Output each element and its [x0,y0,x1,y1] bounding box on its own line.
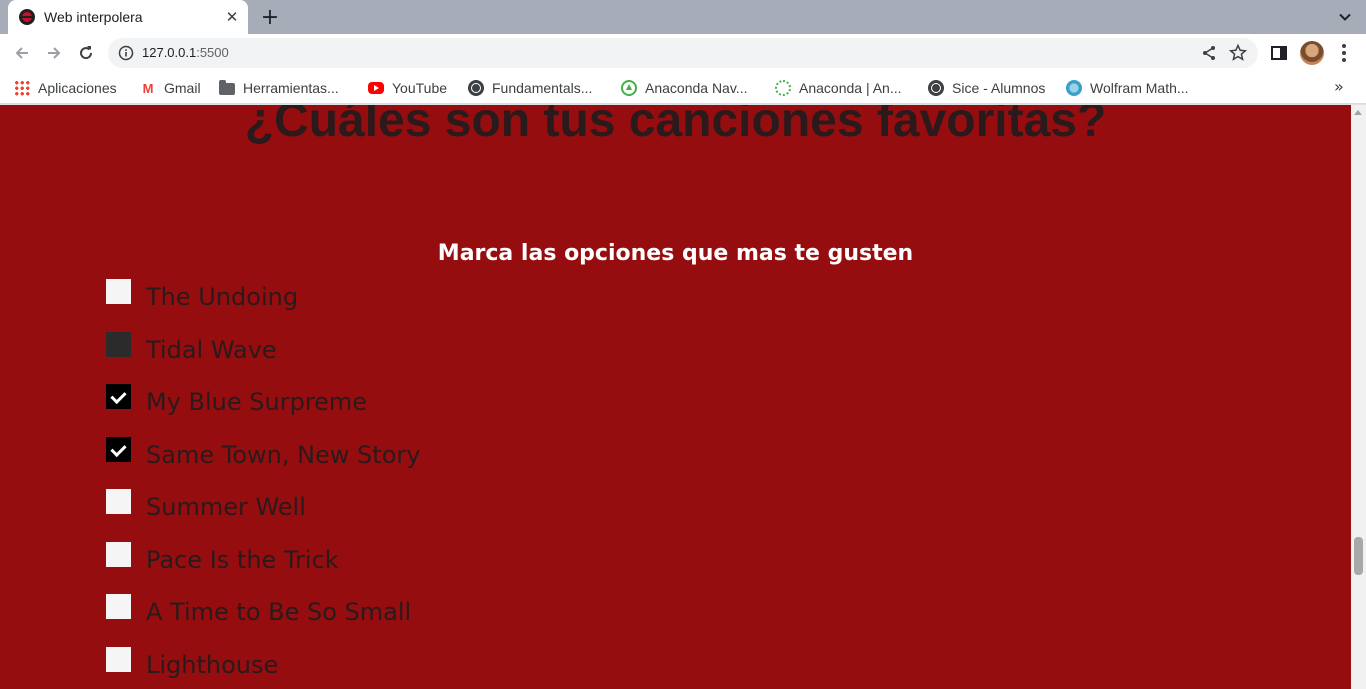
side-panel-icon[interactable] [1270,44,1288,62]
bookmark-anaconda[interactable]: Anaconda | An... [775,77,902,99]
song-checkbox[interactable] [106,489,131,514]
song-option[interactable]: Tidal Wave [106,332,277,372]
song-checkbox[interactable] [106,647,131,672]
bookmark-label: Gmail [164,80,201,96]
scroll-up-arrow-icon[interactable] [1354,110,1362,115]
address-bar[interactable]: 127.0.0.1:5500 [108,38,1258,68]
share-icon[interactable] [1200,44,1218,62]
song-label: Same Town, New Story [146,441,421,469]
new-tab-button[interactable]: + [257,4,283,30]
song-checkbox[interactable] [106,332,131,357]
folder-icon [219,80,235,95]
tab-strip: Web interpolera ✕ + [0,0,1366,34]
profile-avatar[interactable] [1300,41,1324,65]
song-label: The Undoing [146,283,299,311]
tab-title: Web interpolera [44,9,143,25]
globe-icon [928,80,944,96]
back-arrow-icon[interactable] [9,40,35,66]
song-option[interactable]: Lighthouse [106,647,278,687]
youtube-icon [368,82,384,94]
bookmark-label: Sice - Alumnos [952,80,1046,96]
address-url: 127.0.0.1:5500 [142,45,229,60]
bookmarks-overflow-icon[interactable]: » [1334,77,1344,96]
bookmark-label: Anaconda | An... [799,80,902,96]
site-favicon-icon [19,9,35,25]
bookmark-anaconda-navigator[interactable]: Anaconda Nav... [621,77,747,99]
bookmark-aplicaciones[interactable]: Aplicaciones [14,77,117,99]
wolfram-icon [1066,80,1082,96]
song-label: Lighthouse [146,651,279,679]
song-checkbox[interactable] [106,384,131,409]
song-checkbox[interactable] [106,437,131,462]
song-label: Summer Well [146,493,306,521]
song-label: Pace Is the Trick [146,546,339,574]
browser-menu-icon[interactable] [1336,42,1352,64]
song-checkbox[interactable] [106,542,131,567]
song-label: My Blue Surpreme [146,388,368,416]
apps-grid-icon [14,80,30,96]
song-option[interactable]: The Undoing [106,279,298,319]
bookmark-sice-alumnos[interactable]: Sice - Alumnos [928,77,1045,99]
bookmark-label: Aplicaciones [38,80,117,96]
page-title: ¿Cuáles son tus canciones favoritas? [244,105,1107,147]
song-checkbox[interactable] [106,594,131,619]
bookmark-label: Anaconda Nav... [645,80,748,96]
bookmark-gmail[interactable]: M Gmail [140,77,201,99]
song-checkbox[interactable] [106,279,131,304]
page-scrollbar[interactable] [1351,105,1366,689]
anaconda-icon [621,80,637,96]
bookmark-label: Fundamentals... [492,80,593,96]
song-option[interactable]: A Time to Be So Small [106,594,411,634]
song-option[interactable]: Pace Is the Trick [106,542,339,582]
url-host: 127.0.0.1 [142,45,197,60]
song-option[interactable]: My Blue Surpreme [106,384,367,424]
bookmark-fundamentals[interactable]: Fundamentals... [468,77,592,99]
bookmark-star-icon[interactable] [1228,43,1248,63]
song-label: A Time to Be So Small [146,598,412,626]
bookmark-label: YouTube [392,80,448,96]
page-viewport: ¿Cuáles son tus canciones favoritas? Mar… [0,105,1351,689]
tab-close-icon[interactable]: ✕ [222,7,242,27]
bookmarks-bar: Aplicaciones M Gmail Herramientas... You… [0,72,1366,104]
bookmark-label: Wolfram Math... [1090,80,1189,96]
site-info-icon[interactable] [118,45,134,61]
forward-arrow-icon[interactable] [41,40,67,66]
browser-tab[interactable]: Web interpolera ✕ [8,0,248,34]
bookmark-label: Herramientas... [243,80,339,96]
tab-search-chevron-icon[interactable] [1334,6,1356,28]
browser-toolbar: 127.0.0.1:5500 [0,34,1366,72]
reload-icon[interactable] [73,40,99,66]
globe-icon [468,80,484,96]
song-label: Tidal Wave [146,336,277,364]
song-option[interactable]: Same Town, New Story [106,437,420,477]
anaconda-ring-icon [775,80,791,96]
bookmark-herramientas[interactable]: Herramientas... [219,77,339,99]
url-port: :5500 [196,45,229,60]
bookmark-wolfram[interactable]: Wolfram Math... [1066,77,1189,99]
scrollbar-thumb[interactable] [1354,537,1363,575]
gmail-icon: M [142,80,154,96]
song-option[interactable]: Summer Well [106,489,306,529]
section-subtitle: Marca las opciones que mas te gusten [437,241,914,266]
bookmark-youtube[interactable]: YouTube [368,77,447,99]
